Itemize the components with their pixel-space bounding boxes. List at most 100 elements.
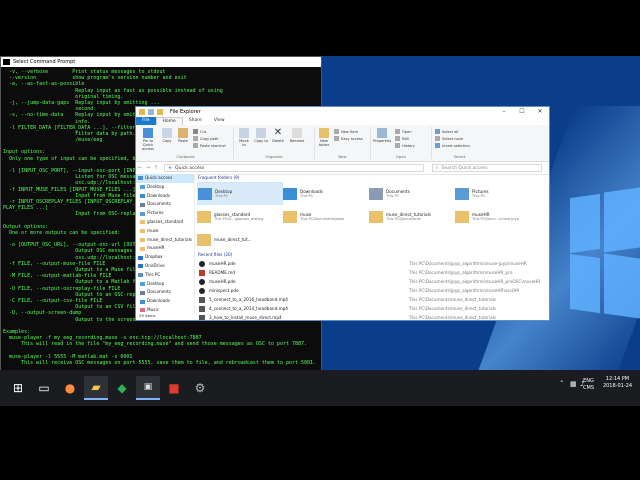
invert-selection-button[interactable]: Invert selection — [435, 143, 470, 148]
minimize-button[interactable]: – — [495, 107, 513, 117]
file-row[interactable]: minispect.pde This PC\Documents\jpyp_algo… — [199, 286, 549, 295]
clock[interactable]: 12:14 PM 2018-01-24 — [603, 376, 632, 390]
folder-location: This PC\Documents\data — [300, 216, 345, 221]
folder-location: This PC — [386, 193, 400, 198]
explorer-title-bar[interactable]: File Explorer – ☐ ✕ — [136, 107, 549, 117]
maximize-button[interactable]: ☐ — [513, 107, 531, 117]
folder-location: This PC — [472, 193, 486, 198]
nav-item-label: Pictures — [147, 210, 164, 216]
file-path: This PC\Documents\jpyp_algorithms\museHR… — [409, 279, 541, 284]
nav-item[interactable]: Documents — [136, 288, 194, 297]
settings-icon[interactable]: ⚙ — [188, 376, 212, 400]
nav-item[interactable]: Quick access — [136, 174, 194, 183]
network-icon[interactable]: ▦ — [570, 380, 578, 388]
nav-item[interactable]: Desktop — [136, 280, 194, 289]
input-language[interactable]: ENG CMS — [583, 378, 594, 392]
folder-icon — [140, 202, 145, 207]
nav-item[interactable]: Pictures — [136, 209, 194, 218]
nav-item[interactable]: Downloads — [136, 297, 194, 306]
file-row[interactable]: museHR.pde This PC\Documents\jpyp_algorit… — [199, 277, 549, 286]
task-view-button[interactable]: ▭ — [32, 376, 56, 400]
nav-item[interactable]: OneDrive — [136, 262, 194, 271]
move-to-button[interactable]: Move to — [237, 128, 251, 147]
folder-icon — [140, 237, 145, 242]
new-folder-button[interactable]: New folder — [317, 128, 331, 147]
folder-tile[interactable]: museHR This PC\Docu...\muse-jpyp — [455, 205, 541, 228]
file-row[interactable]: museHR.pde This PC\Documents\jpyp_algorit… — [199, 259, 549, 268]
pin-quick-access-button[interactable]: Pin to Quick access — [140, 128, 156, 151]
tab-file[interactable]: File — [136, 117, 156, 125]
clipboard-label: Clipboard — [176, 154, 195, 159]
start-button[interactable]: ⊞ — [6, 376, 30, 400]
powerpoint-icon[interactable]: ■ — [162, 376, 186, 400]
nav-item[interactable]: Downloads — [136, 192, 194, 201]
easy-access-button[interactable]: Easy access — [334, 136, 363, 141]
cmd-title-bar[interactable]: Select Command Prompt — [1, 57, 321, 67]
folder-tile[interactable]: muse_direct_tutorials This PC\Documents — [369, 205, 455, 228]
clock-time: 12:14 PM — [605, 376, 630, 382]
nav-item[interactable]: glasses_standard — [136, 218, 194, 227]
new-folder-icon[interactable] — [157, 109, 163, 115]
navigation-pane[interactable]: Quick access Desktop Downloads Documents Pic… — [136, 174, 195, 314]
nav-item[interactable]: museHR — [136, 244, 194, 253]
close-button[interactable]: ✕ — [531, 107, 549, 117]
copy-path-button[interactable]: Copy path — [193, 136, 218, 141]
file-path: This PC\Documents\jpyp_algorithms\museHR… — [409, 270, 513, 275]
copy-to-button[interactable]: Copy to — [254, 128, 268, 143]
nav-item[interactable]: This PC — [136, 271, 194, 280]
quick-access-toolbar[interactable] — [139, 109, 163, 115]
paste-shortcut-button[interactable]: Paste shortcut — [193, 143, 226, 148]
file-icon — [199, 305, 205, 312]
folder-tile[interactable]: muse_direct_tut... — [197, 228, 283, 251]
quick-access-content[interactable]: Frequent folders (9) Desktop This PC Downl… — [195, 174, 549, 320]
nav-item[interactable]: Desktop — [136, 183, 194, 192]
folder-tile[interactable]: Desktop This PC — [197, 182, 283, 205]
back-arrow-icon[interactable]: ← — [136, 165, 144, 171]
command-prompt-taskbar-icon[interactable]: ▣ — [136, 376, 160, 400]
file-explorer-taskbar-icon[interactable]: ▰ — [84, 376, 108, 400]
nav-item[interactable]: Dropbox — [136, 253, 194, 262]
ribbon-tabs: File Home Share View — [136, 117, 549, 125]
nav-item[interactable]: muse — [136, 227, 194, 236]
folder-icon — [140, 299, 145, 304]
file-row[interactable]: README.md This PC\Documents\jpyp_algorith… — [199, 268, 549, 277]
copy-button[interactable]: Copy — [160, 128, 174, 143]
recent-files-header[interactable]: Recent files (20) — [195, 251, 549, 259]
select-none-button[interactable]: Select none — [435, 136, 463, 141]
nav-item[interactable]: Documents — [136, 200, 194, 209]
delete-button[interactable]: ✕ Delete — [271, 128, 285, 144]
chevron-up-icon[interactable]: ˄ — [560, 380, 568, 388]
app-icon[interactable]: ◆ — [110, 376, 134, 400]
firefox-icon[interactable]: ● — [58, 376, 82, 400]
file-row[interactable]: 5_connect_to_a_2016_headband.mp4 This PC\… — [199, 295, 549, 304]
folder-tile[interactable]: muse This PC\Documents\data — [283, 205, 369, 228]
address-text: Quick access — [175, 165, 205, 171]
new-item-button[interactable]: New item — [334, 129, 358, 134]
folder-tile[interactable]: Documents This PC — [369, 182, 455, 205]
properties-icon[interactable] — [148, 109, 154, 115]
file-icon — [199, 260, 205, 267]
folder-tile[interactable]: glasses_standard This PC\D...\glasses_tes… — [197, 205, 283, 228]
address-bar[interactable]: ★ Quick access — [164, 164, 424, 172]
history-button[interactable]: History — [395, 143, 415, 148]
forward-arrow-icon[interactable]: → — [144, 165, 152, 171]
file-explorer-window[interactable]: File Explorer – ☐ ✕ File Home Share View… — [135, 106, 550, 321]
paste-button[interactable]: Paste — [176, 128, 190, 143]
tab-view[interactable]: View — [208, 117, 231, 125]
frequent-folders-header[interactable]: Frequent folders (9) — [195, 174, 549, 182]
rename-button[interactable]: Rename — [289, 128, 305, 143]
tab-home[interactable]: Home — [155, 117, 183, 125]
folder-tile[interactable]: Downloads This PC — [283, 182, 369, 205]
select-all-button[interactable]: Select all — [435, 129, 458, 134]
cmd-icon — [3, 59, 10, 65]
edit-button[interactable]: Edit — [395, 136, 409, 141]
up-arrow-icon[interactable]: ↑ — [152, 165, 160, 171]
search-input[interactable]: ⌕ Search Quick access — [432, 164, 542, 172]
taskbar: ⊞ ▭ ● ▰ ◆ ▣ ■ ⚙ ˄ ▦ ♪ ENG CMS 12:14 PM 2… — [0, 370, 640, 406]
folder-tile[interactable]: Pictures This PC — [455, 182, 541, 205]
tab-share[interactable]: Share — [183, 117, 208, 125]
properties-button[interactable]: Properties — [373, 128, 391, 143]
open-button[interactable]: Open — [395, 129, 412, 134]
cut-button[interactable]: Cut — [193, 129, 206, 134]
nav-item[interactable]: muse_direct_tutorials — [136, 236, 194, 245]
